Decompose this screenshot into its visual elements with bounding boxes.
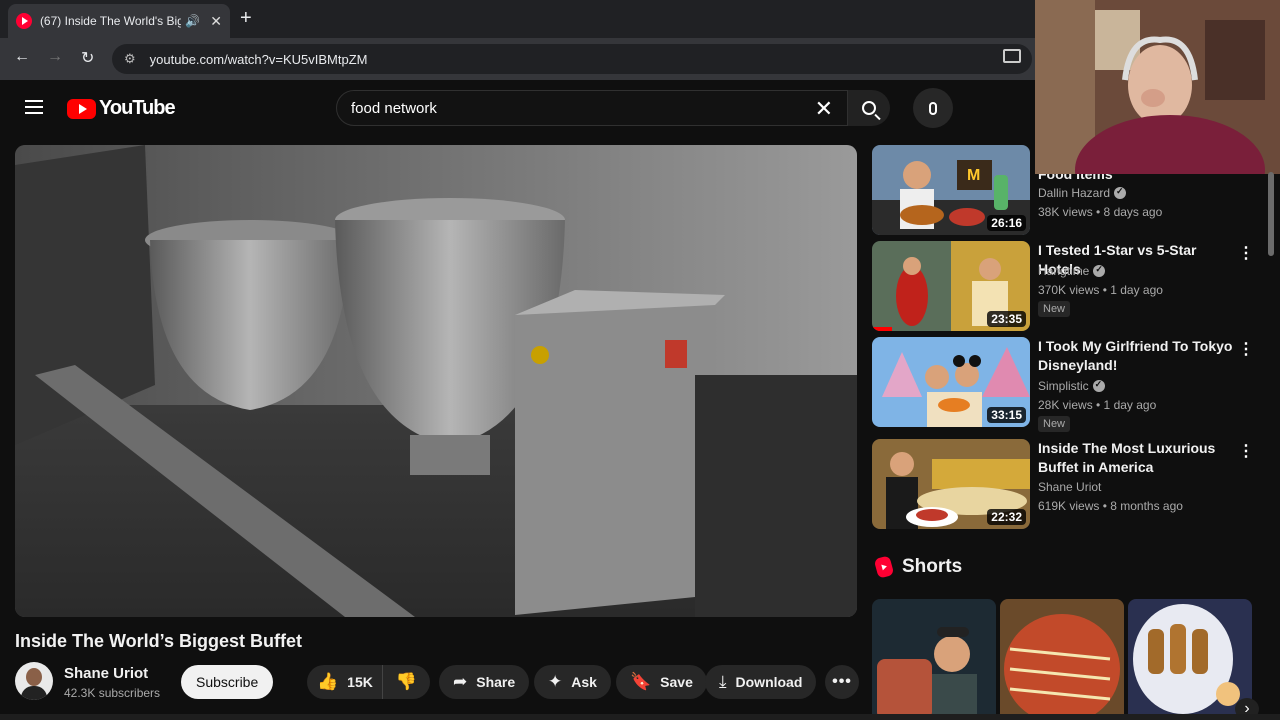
- video-thumbnail[interactable]: 23:35: [872, 241, 1030, 331]
- browser-tab[interactable]: (67) Inside The World's Biggest Buffet 🔊…: [8, 4, 230, 38]
- related-channel[interactable]: Hangtime: [1038, 264, 1106, 278]
- short-image: [1000, 599, 1124, 720]
- related-channel-name: Hangtime: [1038, 264, 1090, 278]
- shorts-logo-icon: [873, 555, 895, 579]
- related-channel[interactable]: Dallin Hazard: [1038, 186, 1127, 200]
- save-button[interactable]: 🔖 Save: [616, 665, 707, 699]
- svg-text:M: M: [967, 167, 980, 184]
- related-channel[interactable]: Simplistic: [1038, 379, 1105, 393]
- short-thumbnail[interactable]: [1128, 599, 1252, 720]
- verified-icon: [1114, 186, 1127, 199]
- related-video[interactable]: 22:32 Inside The Most Luxurious Buffet i…: [872, 439, 1262, 531]
- voice-search-button[interactable]: [913, 88, 953, 128]
- video-frame-kitchen: [15, 145, 857, 617]
- thumbs-down-icon: 👎: [395, 672, 418, 691]
- channel-name[interactable]: Shane Uriot: [64, 665, 148, 682]
- ask-label: Ask: [571, 674, 597, 690]
- logo-text: YouTube: [99, 97, 176, 119]
- subscriber-count: 42.3K subscribers: [64, 686, 161, 700]
- new-badge: New: [1038, 301, 1071, 317]
- site-info-icon[interactable]: ⚙: [124, 51, 136, 67]
- search-icon: [862, 101, 876, 115]
- reload-icon[interactable]: ↻: [81, 48, 94, 68]
- webcam-overlay: [1035, 0, 1280, 174]
- new-badge: New: [1038, 416, 1071, 432]
- share-icon: ➦: [453, 672, 468, 691]
- webcam-image: [1035, 0, 1280, 174]
- video-thumbnail[interactable]: M 26:16: [872, 145, 1030, 235]
- microphone-icon: [929, 101, 937, 115]
- related-meta: 619K views • 8 months ago: [1038, 499, 1183, 513]
- video-owner-row: Shane Uriot 42.3K subscribers Subscribe …: [15, 662, 875, 702]
- video-duration: 22:32: [987, 509, 1026, 525]
- short-thumbnail[interactable]: [872, 599, 996, 720]
- related-video-title: Inside The Most Luxurious Buffet in Amer…: [1038, 440, 1216, 475]
- cast-icon[interactable]: [1003, 49, 1021, 63]
- shorts-header: Shorts: [873, 555, 963, 579]
- video-thumbnail[interactable]: 22:32: [872, 439, 1030, 529]
- related-meta: 38K views • 8 days ago: [1038, 205, 1163, 219]
- search-query: food network: [351, 99, 437, 117]
- like-dislike-group: 👍 15K 👎: [307, 665, 430, 699]
- verified-icon: [1092, 379, 1105, 392]
- tab-close-icon[interactable]: ✕: [210, 13, 222, 30]
- related-channel[interactable]: Shane Uriot: [1038, 480, 1101, 494]
- back-arrow-icon[interactable]: ←: [14, 48, 30, 66]
- video-thumbnail[interactable]: 33:15: [872, 337, 1030, 427]
- verified-icon: [1093, 264, 1106, 277]
- related-video-title: I Took My Girlfriend To Tokyo Disneyland…: [1038, 338, 1233, 373]
- hamburger-menu-icon[interactable]: [25, 100, 43, 114]
- like-count: 15K: [347, 674, 373, 690]
- speaker-icon[interactable]: 🔊: [185, 14, 200, 28]
- subscribe-button[interactable]: Subscribe: [181, 665, 274, 699]
- short-image: [872, 599, 996, 720]
- shorts-title: Shorts: [902, 556, 963, 577]
- related-meta: 370K views • 1 day ago: [1038, 283, 1163, 297]
- related-video[interactable]: 33:15 I Took My Girlfriend To Tokyo Disn…: [872, 337, 1262, 437]
- ask-button[interactable]: ✦ Ask: [534, 665, 611, 699]
- more-options-icon[interactable]: ⋮: [1238, 441, 1254, 461]
- bookmark-icon: 🔖: [630, 672, 652, 691]
- download-icon: ⤓: [719, 672, 727, 691]
- sidebar-scrollbar[interactable]: [1268, 172, 1274, 256]
- thumbs-up-icon: 👍: [317, 672, 339, 691]
- new-tab-button[interactable]: +: [240, 7, 252, 30]
- share-button[interactable]: ➦ Share: [439, 665, 530, 699]
- youtube-favicon-icon: [16, 13, 32, 29]
- youtube-logo[interactable]: YouTube: [67, 97, 176, 120]
- address-bar[interactable]: ⚙ youtube.com/watch?v=KU5vIBMtpZM: [112, 44, 1032, 74]
- url-text: youtube.com/watch?v=KU5vIBMtpZM: [149, 51, 368, 67]
- related-video[interactable]: 23:35 I Tested 1-Star vs 5-Star Hotels ⋮…: [872, 241, 1262, 333]
- page-bottom-strip: [0, 714, 1280, 720]
- tab-title: (67) Inside The World's Biggest Buffet: [39, 14, 182, 28]
- more-actions-button[interactable]: •••: [825, 665, 859, 699]
- related-channel-name: Shane Uriot: [1038, 480, 1102, 494]
- related-meta: 28K views • 1 day ago: [1038, 398, 1157, 412]
- clear-search-icon[interactable]: ✕: [815, 96, 833, 122]
- download-button[interactable]: ⤓ Download: [705, 665, 817, 699]
- channel-avatar[interactable]: [15, 662, 53, 700]
- sparkle-icon: ✦: [548, 672, 563, 691]
- video-duration: 23:35: [987, 311, 1026, 327]
- video-duration: 33:15: [987, 407, 1026, 423]
- video-duration: 26:16: [987, 215, 1026, 231]
- related-channel-name: Simplistic: [1038, 379, 1089, 393]
- save-label: Save: [660, 674, 693, 690]
- short-thumbnail[interactable]: [1000, 599, 1124, 720]
- youtube-play-icon: [67, 98, 96, 119]
- more-options-icon[interactable]: ⋮: [1238, 339, 1254, 359]
- related-channel-name: Dallin Hazard: [1038, 186, 1111, 200]
- search-input[interactable]: food network ✕: [336, 90, 848, 126]
- like-button[interactable]: 👍 15K: [307, 665, 383, 699]
- more-options-icon[interactable]: ⋮: [1238, 243, 1254, 263]
- video-title: Inside The World’s Biggest Buffet: [15, 631, 303, 651]
- search-button[interactable]: [848, 90, 890, 126]
- dislike-button[interactable]: 👎: [383, 672, 430, 692]
- short-image: [1128, 599, 1252, 720]
- share-label: Share: [476, 674, 516, 690]
- video-player[interactable]: [15, 145, 857, 617]
- forward-arrow-icon[interactable]: →: [47, 48, 63, 66]
- download-label: Download: [735, 674, 803, 690]
